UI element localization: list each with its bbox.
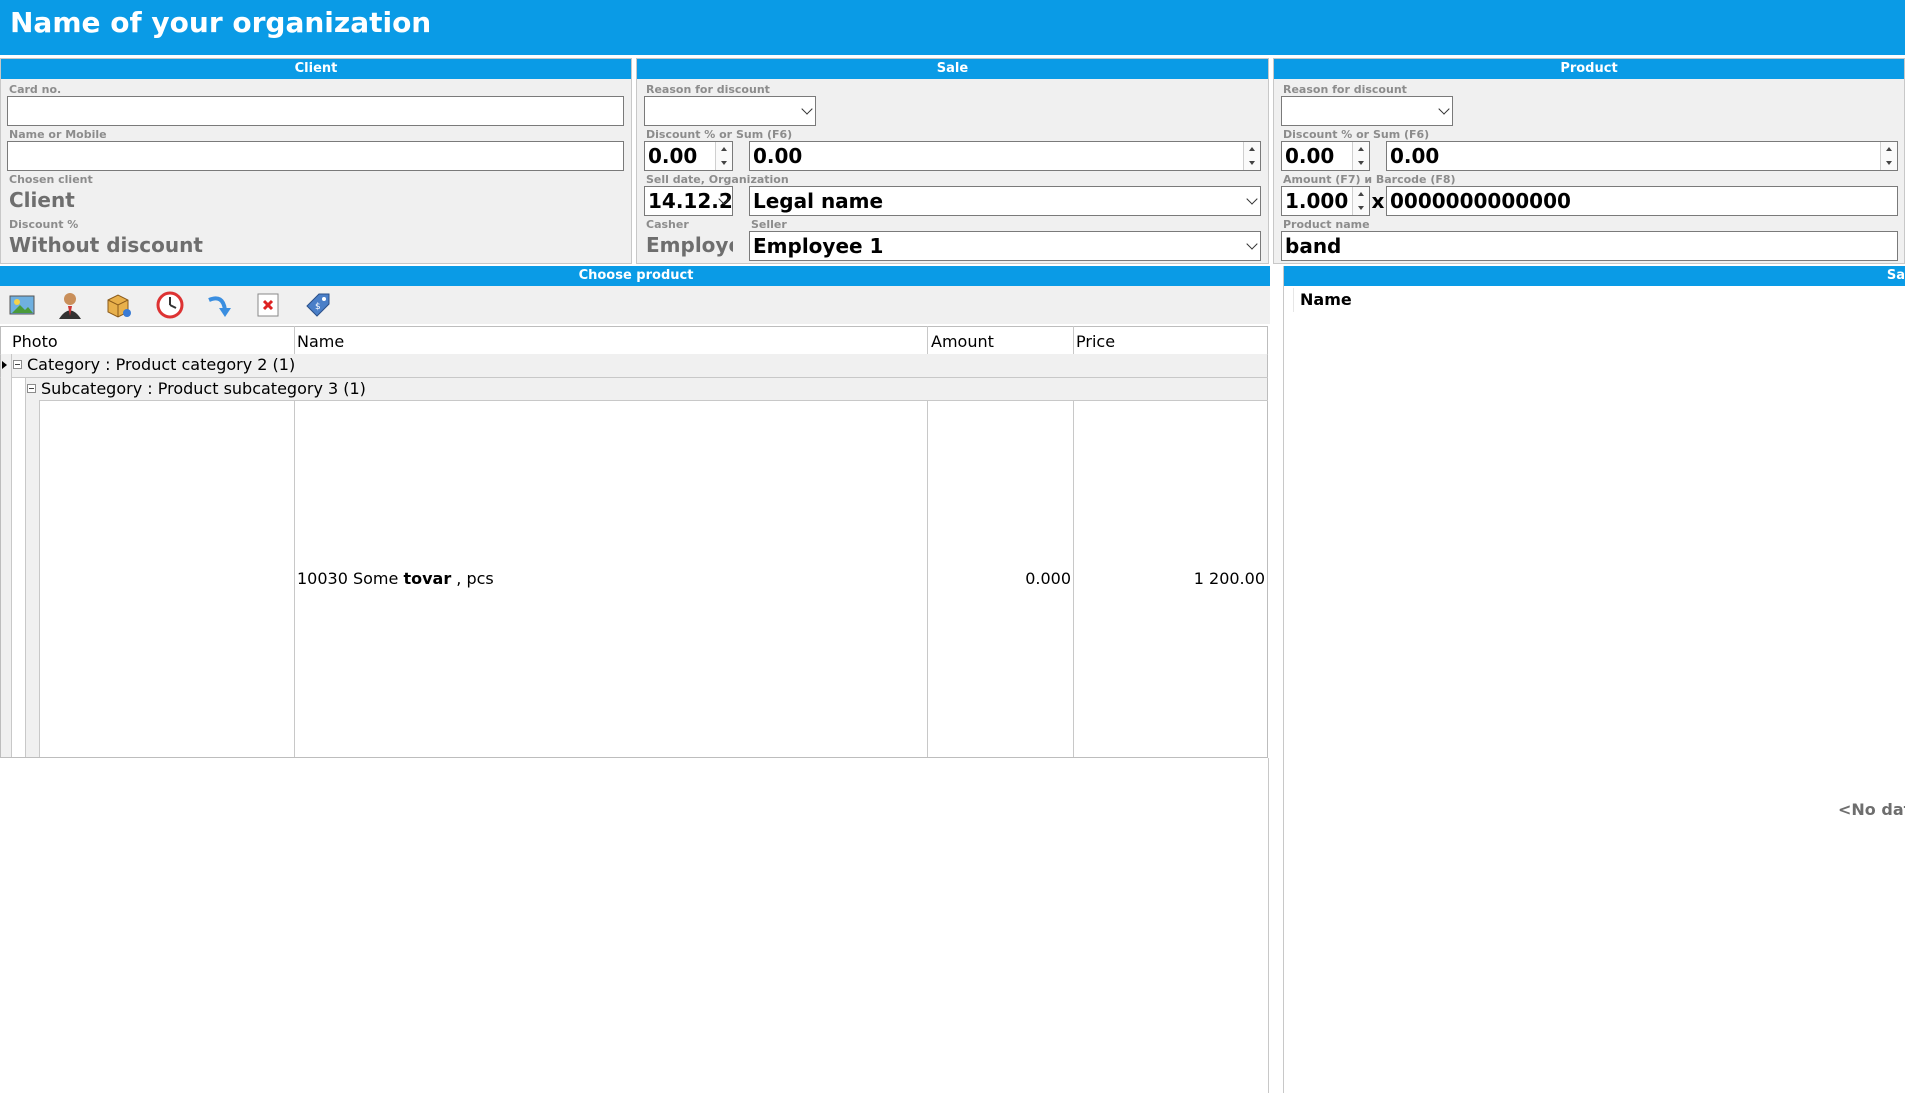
sale-reason-dropdown[interactable] <box>644 96 816 126</box>
column-header-amount[interactable]: Amount <box>931 332 994 354</box>
price-tag-button[interactable]: $ <box>296 286 340 324</box>
chosen-client-value: Client <box>9 188 75 212</box>
return-button[interactable] <box>196 286 240 324</box>
delete-button[interactable] <box>246 286 290 324</box>
product-box-button[interactable] <box>96 286 140 324</box>
title-bar: Name of your organization <box>0 0 1905 55</box>
spin-buttons[interactable] <box>1352 187 1369 215</box>
choose-product-header: Choose product <box>0 266 1272 286</box>
client-panel-header: Client <box>1 59 631 79</box>
product-discount-percent-stepper[interactable]: 0.00 <box>1281 141 1370 171</box>
product-discount-sum-stepper[interactable]: 0.00 <box>1386 141 1898 171</box>
chevron-down-icon <box>1246 193 1258 205</box>
spin-buttons[interactable] <box>1243 142 1260 170</box>
row-indicator-icon <box>2 361 7 369</box>
product-reason-label: Reason for discount <box>1283 83 1407 96</box>
svg-text:$: $ <box>315 302 321 312</box>
card-no-label: Card no. <box>9 83 62 96</box>
sale-discount-sum-stepper[interactable]: 0.00 <box>749 141 1261 171</box>
product-box-icon <box>107 294 131 318</box>
collapse-subcategory-icon[interactable] <box>27 384 36 393</box>
price-tag-icon: $ <box>306 293 330 317</box>
sale-reason-label: Reason for discount <box>646 83 770 96</box>
amount-barcode-label: Amount (F7) и Barcode (F8) <box>1283 173 1456 186</box>
product-name-label: Product name <box>1283 218 1370 231</box>
product-photo-cell <box>41 402 293 756</box>
chevron-down-icon <box>1438 103 1450 115</box>
clock-button[interactable] <box>148 286 192 324</box>
chevron-down-icon <box>1246 238 1258 250</box>
sale-list-column-name[interactable]: Name <box>1300 290 1352 309</box>
sell-date-label: Sell date, Organization <box>646 173 789 186</box>
chevron-down-icon <box>801 103 813 115</box>
product-panel-header: Product <box>1274 59 1904 79</box>
casher-value: Employe <box>646 233 733 257</box>
product-reason-dropdown[interactable] <box>1281 96 1453 126</box>
name-or-mobile-label: Name or Mobile <box>9 128 107 141</box>
seller-label: Seller <box>751 218 787 231</box>
photo-icon <box>9 295 35 315</box>
client-discount-label: Discount % <box>9 218 79 231</box>
amount-stepper[interactable]: 1.000 <box>1281 186 1370 216</box>
subcategory-group-label: Subcategory : Product subcategory 3 (1) <box>41 379 366 398</box>
product-name-input[interactable]: band <box>1281 231 1898 261</box>
clock-icon <box>156 291 184 319</box>
delete-icon <box>257 293 279 317</box>
sale-discount-percent-stepper[interactable]: 0.00 <box>644 141 733 171</box>
collapse-category-icon[interactable] <box>13 360 22 369</box>
sell-date-picker[interactable]: 14.12.2 <box>644 186 733 216</box>
sale-panel-header: Sale <box>637 59 1268 79</box>
spin-buttons[interactable] <box>715 142 732 170</box>
multiply-sign: x <box>1371 189 1385 213</box>
column-header-name[interactable]: Name <box>297 332 344 354</box>
sale-discount-label: Discount % or Sum (F6) <box>646 128 793 141</box>
spin-buttons[interactable] <box>1352 142 1369 170</box>
client-icon <box>59 293 81 319</box>
sale-list-column-header <box>1284 286 1905 316</box>
barcode-input[interactable]: 0000000000000 <box>1386 186 1898 216</box>
chosen-client-label: Chosen client <box>9 173 93 186</box>
category-group-label: Category : Product category 2 (1) <box>27 355 296 374</box>
photo-button[interactable] <box>0 286 44 324</box>
return-arrow-icon <box>208 296 231 317</box>
client-discount-value: Without discount <box>9 233 203 257</box>
organization-dropdown[interactable]: Legal name <box>749 186 1261 216</box>
sale-list-empty-text: <No dat <box>1838 800 1905 819</box>
product-amount-cell: 0.000 <box>1025 569 1071 588</box>
name-or-mobile-input[interactable] <box>7 141 624 171</box>
seller-dropdown[interactable]: Employee 1 <box>749 231 1261 261</box>
product-discount-label: Discount % or Sum (F6) <box>1283 128 1430 141</box>
pane-splitter[interactable] <box>1270 266 1284 1093</box>
product-name-cell: 10030 Some tovar , pcs <box>297 569 494 588</box>
organization-title: Name of your organization <box>10 6 432 39</box>
casher-label: Casher <box>646 218 689 231</box>
sale-list-header: Sa <box>1284 266 1905 286</box>
spin-buttons[interactable] <box>1880 142 1897 170</box>
column-header-price[interactable]: Price <box>1076 332 1115 354</box>
client-button[interactable] <box>48 286 92 324</box>
product-price-cell: 1 200.00 <box>1193 569 1265 588</box>
card-no-input[interactable] <box>7 96 624 126</box>
column-header-photo[interactable]: Photo <box>12 332 58 354</box>
